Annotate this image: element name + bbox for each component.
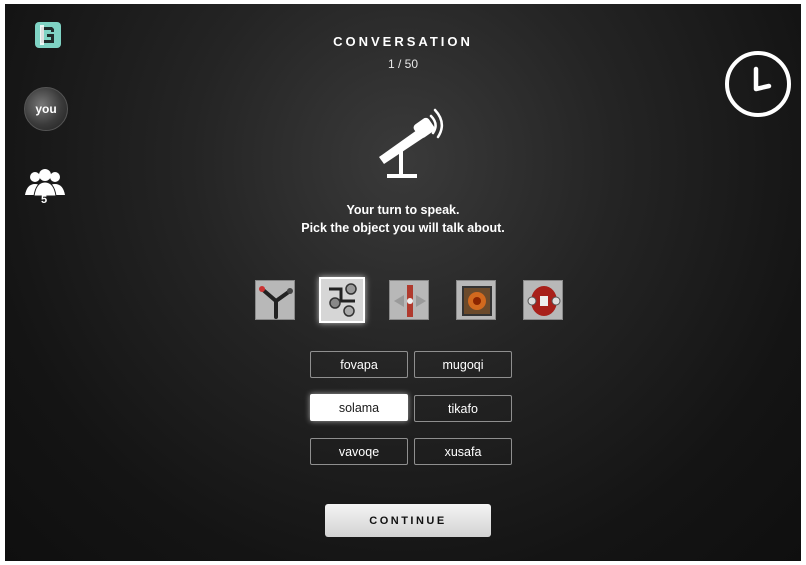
prompt-line-1: Your turn to speak. [346, 203, 460, 217]
object-3[interactable] [389, 280, 429, 320]
object-2[interactable] [319, 277, 365, 323]
word-label: mugoqi [442, 357, 484, 372]
word-option-vavoqe[interactable]: vavoqe [310, 438, 408, 465]
microphone-icon [369, 102, 449, 182]
word-option-solama[interactable]: solama [310, 394, 408, 421]
continue-button[interactable]: CONTINUE [325, 504, 491, 537]
word-option-xusafa[interactable]: xusafa [414, 438, 512, 465]
avatar-label: you [35, 102, 57, 116]
word-label: solama [338, 400, 380, 415]
object-5[interactable] [523, 280, 563, 320]
word-label: xusafa [444, 444, 482, 459]
word-option-tikafo[interactable]: tikafo [414, 395, 512, 422]
page-title: CONVERSATION [333, 34, 473, 49]
word-label: vavoqe [338, 444, 380, 459]
word-option-fovapa[interactable]: fovapa [310, 351, 408, 378]
round-counter: 1 / 50 [387, 57, 419, 71]
object-4[interactable] [456, 280, 496, 320]
avatar[interactable]: you [24, 87, 68, 131]
clock-icon [723, 49, 793, 119]
word-label: tikafo [448, 401, 478, 416]
game-stage: you 5 CONVERSATION 1 / 50 Your turn to s… [5, 4, 801, 561]
object-choices [255, 277, 565, 324]
prompt-text: Your turn to speak. Pick the object you … [5, 201, 801, 237]
word-option-mugoqi[interactable]: mugoqi [414, 351, 512, 378]
prompt-line-2: Pick the object you will talk about. [301, 221, 505, 235]
word-label: fovapa [340, 357, 378, 372]
object-1[interactable] [255, 280, 295, 320]
